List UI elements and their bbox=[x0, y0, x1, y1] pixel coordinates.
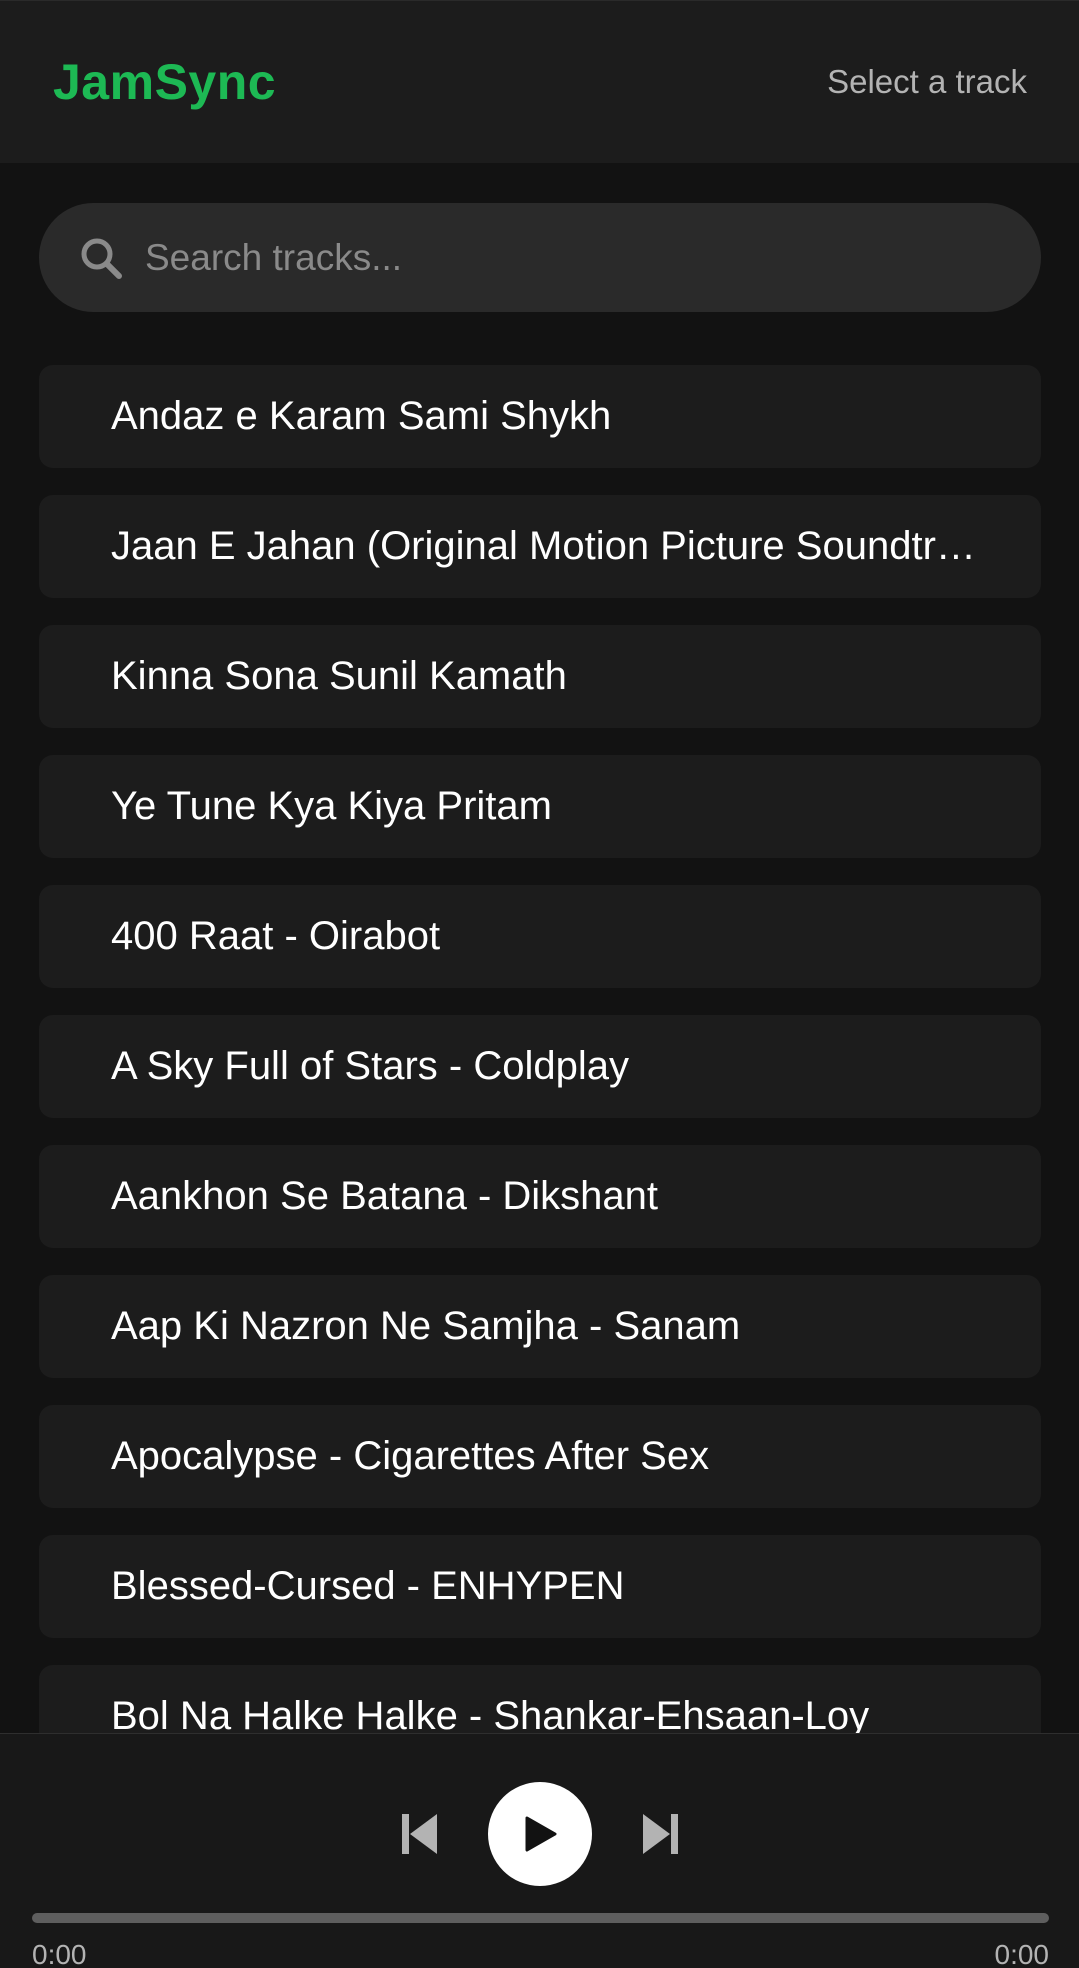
search-input[interactable] bbox=[145, 203, 1041, 312]
track-item[interactable]: Jaan E Jahan (Original Motion Picture So… bbox=[39, 495, 1041, 598]
track-title: Jaan E Jahan (Original Motion Picture So… bbox=[111, 524, 991, 568]
search-bar[interactable] bbox=[39, 203, 1041, 312]
track-title: A Sky Full of Stars - Coldplay bbox=[111, 1044, 629, 1088]
skip-next-icon bbox=[642, 1814, 678, 1854]
track-item[interactable]: Aankhon Se Batana - Dikshant bbox=[39, 1145, 1041, 1248]
track-item[interactable]: 400 Raat - Oirabot bbox=[39, 885, 1041, 988]
search-icon bbox=[81, 238, 122, 279]
track-item[interactable]: Ye Tune Kya Kiya Pritam bbox=[39, 755, 1041, 858]
play-icon bbox=[525, 1816, 556, 1852]
track-item[interactable]: Andaz e Karam Sami Shykh bbox=[39, 365, 1041, 468]
track-title: Kinna Sona Sunil Kamath bbox=[111, 654, 567, 698]
app-header: JamSync Select a track bbox=[0, 0, 1079, 163]
track-title: Aankhon Se Batana - Dikshant bbox=[111, 1174, 659, 1218]
track-item[interactable]: A Sky Full of Stars - Coldplay bbox=[39, 1015, 1041, 1118]
next-button[interactable] bbox=[630, 1804, 690, 1864]
track-title: Blessed-Cursed - ENHYPEN bbox=[111, 1564, 625, 1608]
playback-controls bbox=[0, 1782, 1079, 1886]
total-time: 0:00 bbox=[994, 1939, 1050, 1968]
track-item[interactable]: Kinna Sona Sunil Kamath bbox=[39, 625, 1041, 728]
skip-previous-icon bbox=[401, 1814, 437, 1854]
player-bar: 0:00 0:00 bbox=[0, 1733, 1079, 1968]
track-title: Ye Tune Kya Kiya Pritam bbox=[111, 784, 552, 828]
now-playing-status: Select a track bbox=[827, 63, 1027, 100]
app-root: JamSync Select a track Andaz e Karam Sam… bbox=[0, 0, 1079, 1968]
track-item[interactable]: Aap Ki Nazron Ne Samjha - Sanam bbox=[39, 1275, 1041, 1378]
current-time: 0:00 bbox=[32, 1939, 87, 1968]
progress-bar[interactable] bbox=[32, 1913, 1049, 1923]
track-item[interactable]: Apocalypse - Cigarettes After Sex bbox=[39, 1405, 1041, 1508]
track-list: Andaz e Karam Sami Shykh Jaan E Jahan (Or… bbox=[39, 365, 1041, 1733]
track-item[interactable]: Bol Na Halke Halke - Shankar-Ehsaan-Loy bbox=[39, 1665, 1041, 1733]
track-title: 400 Raat - Oirabot bbox=[111, 914, 441, 958]
track-title: Aap Ki Nazron Ne Samjha - Sanam bbox=[111, 1304, 741, 1348]
track-item[interactable]: Blessed-Cursed - ENHYPEN bbox=[39, 1535, 1041, 1638]
previous-button[interactable] bbox=[390, 1804, 450, 1864]
track-title: Apocalypse - Cigarettes After Sex bbox=[111, 1434, 710, 1478]
brand-logo[interactable]: JamSync bbox=[53, 53, 276, 111]
play-button[interactable] bbox=[487, 1782, 592, 1886]
track-title: Bol Na Halke Halke - Shankar-Ehsaan-Loy bbox=[111, 1694, 870, 1733]
track-title: Andaz e Karam Sami Shykh bbox=[111, 394, 612, 438]
